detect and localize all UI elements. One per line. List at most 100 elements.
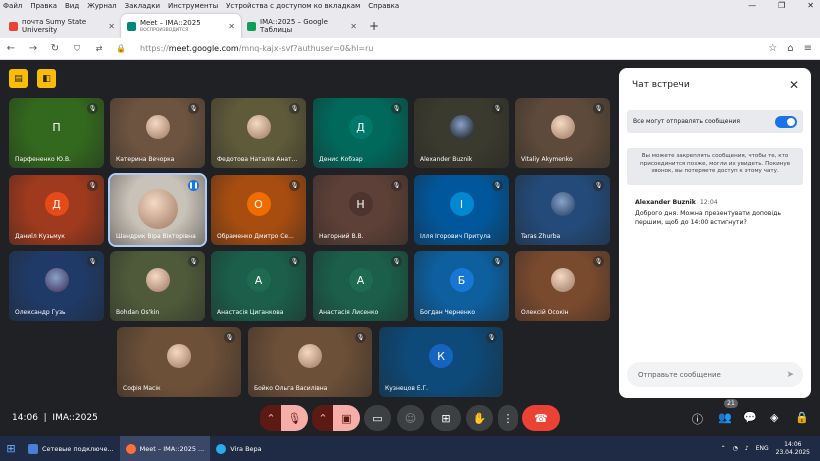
participant-initial: Д (52, 197, 61, 211)
raise-hand-icon[interactable]: ✋ (466, 405, 493, 431)
send-icon[interactable]: ➤ (786, 370, 794, 380)
mic-off-icon[interactable]: 🎙 (281, 405, 308, 431)
meeting-details-icon[interactable]: ⓘ (692, 411, 703, 427)
chat-input[interactable]: Отправьте сообщение ➤ (627, 362, 803, 387)
host-controls-icon[interactable]: 🔒 (795, 411, 809, 424)
exit-layout-icon[interactable]: ◧ (37, 69, 56, 88)
camera-options-icon[interactable]: ⌃ (312, 405, 334, 431)
participant-avatar: О (246, 192, 271, 217)
present-icon[interactable]: ⊞ (431, 405, 461, 431)
participant-name: Софія Масік (123, 385, 161, 392)
chat-icon[interactable]: 💬 (743, 411, 757, 424)
tab-meet[interactable]: Meet – IMA::2025 ВОСПРОИЗВОДИТСЯ ✕ (121, 14, 241, 38)
participant-tile[interactable]: Н 🎙 Нагорний В.В. (313, 175, 408, 245)
participant-tile[interactable]: 🎙 Софія Масік (117, 327, 241, 397)
captions-icon[interactable]: ▭ (364, 405, 391, 431)
mic-muted-icon: 🎙 (391, 103, 402, 114)
participant-name: Парфененко Ю.В. (15, 156, 71, 163)
menu-history[interactable]: Журнал (87, 2, 116, 10)
chat-permission-toggle[interactable] (775, 116, 797, 128)
participant-tile[interactable]: ❚❚ Шандрик Віра Вікторівна (108, 173, 207, 247)
participant-tile[interactable]: Д 🎙 Денис Кобзар (313, 98, 408, 168)
minimize-icon[interactable]: — (748, 1, 756, 10)
volume-icon[interactable]: ♪ (745, 445, 749, 452)
firefox-icon (125, 443, 136, 454)
windows-start-icon[interactable]: ⊞ (0, 436, 22, 461)
close-tab-icon[interactable]: ✕ (108, 22, 115, 31)
home-icon[interactable]: ⌂ (787, 43, 793, 54)
participant-tile[interactable]: Д 🎙 Даниїл Кузьмук (9, 175, 104, 245)
new-tab-icon[interactable]: + (369, 19, 379, 33)
tray-clock[interactable]: 14:06 23.04.2025 (776, 441, 810, 457)
participant-tile[interactable]: 🎙 Alexander Buznik (414, 98, 509, 168)
participant-photo (298, 344, 322, 369)
taskbar-telegram[interactable]: Vira Вера (210, 436, 267, 461)
menu-synced-tabs[interactable]: Устройства с доступом ко вкладкам (226, 2, 360, 10)
menu-help[interactable]: Справка (368, 2, 399, 10)
participant-tile[interactable]: А 🎙 Анастасія Циганкова (211, 251, 306, 321)
close-window-icon[interactable]: ✕ (807, 1, 814, 10)
chat-permission-label: Все могут отправлять сообщения (633, 118, 740, 125)
chat-permission-row: Все могут отправлять сообщения (627, 110, 803, 133)
participant-tile[interactable]: 🎙 Катерина Вечорка (110, 98, 205, 168)
participant-name: Ілля Ігорович Притула (420, 233, 491, 240)
menu-icon[interactable]: ≡ (804, 43, 812, 54)
participant-tile[interactable]: 🎙 Олександр Гузь (9, 251, 104, 321)
participant-tile[interactable]: 🎙 Vitaliy Akymenko (515, 98, 610, 168)
participant-name: Нагорний В.В. (319, 233, 364, 240)
menu-view[interactable]: Вид (65, 2, 79, 10)
participant-tile[interactable]: 🎙 Олексій Осокін (515, 251, 610, 321)
participant-tile[interactable]: О 🎙 Обраменко Дмитро Се... (211, 175, 306, 245)
tab-sheets[interactable]: IMA::2025 – Google Таблицы ✕ (241, 14, 363, 38)
menu-tools[interactable]: Инструменты (168, 2, 218, 10)
people-icon[interactable]: 👥 (718, 411, 732, 424)
participant-tile[interactable]: 🎙 Бойко Ольга Василівна (248, 327, 372, 397)
activities-icon[interactable]: ◈ (770, 411, 778, 424)
participant-tile[interactable]: 🎙 Федотова Наталія Анат... (211, 98, 306, 168)
more-options-icon[interactable]: ⋮ (498, 405, 518, 431)
hidden-tiles-icon[interactable]: ▤ (9, 69, 28, 88)
mic-muted-icon: 🎙 (492, 103, 503, 114)
menu-bookmarks[interactable]: Закладки (125, 2, 160, 10)
close-tab-icon[interactable]: ✕ (350, 22, 357, 31)
tab-mail[interactable]: почта Sumy State University ✕ (3, 14, 121, 38)
nav-right: ☆ ⌂ ≡ (768, 43, 820, 54)
participant-name: Богдан Черненко (420, 309, 476, 316)
taskbar-network[interactable]: Сетевые подключе... (22, 436, 120, 461)
back-icon[interactable]: ← (0, 43, 22, 54)
wifi-icon[interactable]: ◔ (733, 445, 738, 452)
participant-initial: П (52, 120, 61, 134)
participant-avatar: Б (449, 268, 474, 293)
close-chat-icon[interactable]: ✕ (789, 78, 799, 92)
bookmark-star-icon[interactable]: ☆ (768, 43, 777, 54)
participant-tile[interactable]: 🎙 Taras Zhurba (515, 175, 610, 245)
restore-icon[interactable]: ❐ (778, 1, 785, 10)
participant-tile[interactable]: І 🎙 Ілля Ігорович Притула (414, 175, 509, 245)
participant-tile[interactable]: 🎙 Bohdan Os'kin (110, 251, 205, 321)
close-tab-icon[interactable]: ✕ (228, 22, 235, 31)
leave-call-icon[interactable]: ☎ (522, 405, 560, 431)
url-bar[interactable]: https://meet.google.com/mnq-kajx-svf?aut… (140, 44, 373, 53)
reload-icon[interactable]: ↻ (44, 43, 66, 54)
participant-name: Федотова Наталія Анат... (217, 156, 298, 163)
meet-icon (127, 21, 136, 31)
language-indicator[interactable]: ENG (756, 445, 769, 452)
lock-icon[interactable]: 🔒 (110, 44, 132, 53)
emoji-icon[interactable]: ☺ (397, 405, 424, 431)
participant-tile[interactable]: Б 🎙 Богдан Черненко (414, 251, 509, 321)
mic-options-icon[interactable]: ⌃ (260, 405, 282, 431)
participant-tile[interactable]: П 🎙 Парфененко Ю.В. (9, 98, 104, 168)
menu-file[interactable]: Файл (3, 2, 22, 10)
shield-icon[interactable]: ⛉ (66, 44, 88, 54)
tray-chevron-icon[interactable]: ⌃ (721, 445, 726, 452)
camera-off-icon[interactable]: ▣ (333, 405, 360, 431)
taskbar-firefox[interactable]: Meet – IMA::2025 ... (119, 436, 211, 461)
menu-edit[interactable]: Правка (30, 2, 57, 10)
participant-tile[interactable]: А 🎙 Анастасія Лисенко (313, 251, 408, 321)
mic-muted-icon: 🎙 (188, 103, 199, 114)
permissions-icon[interactable]: ⇄ (88, 44, 110, 53)
participant-initial: І (459, 197, 464, 211)
participant-tile[interactable]: К 🎙 Кузнецов Е.Г. (379, 327, 503, 397)
mic-muted-icon: 🎙 (593, 256, 604, 267)
forward-icon[interactable]: → (22, 43, 44, 54)
